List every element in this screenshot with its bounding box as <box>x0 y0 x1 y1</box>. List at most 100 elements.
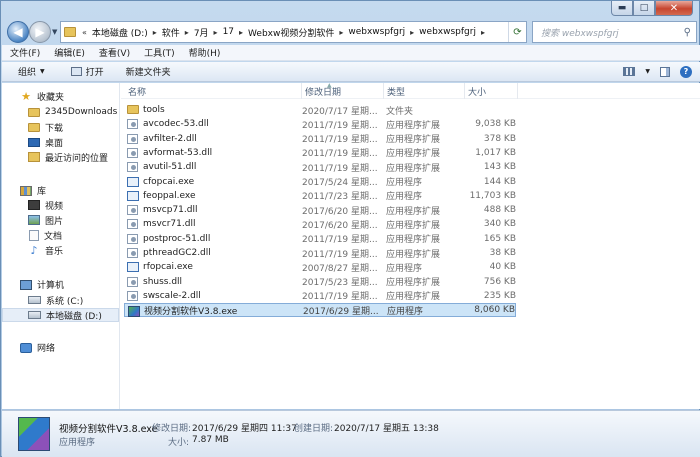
organize-button[interactable]: 组织 ▼ <box>18 65 45 78</box>
window-icon <box>70 67 82 76</box>
file-row[interactable]: msvcp71.dll 2017/6/20 星期... 应用程序扩展 488 KB <box>124 203 516 217</box>
file-row[interactable]: tools 2020/7/17 星期... 文件夹 <box>124 103 516 117</box>
search-input[interactable]: 搜索 webxwspfgrj ⚲ <box>532 21 697 43</box>
file-date: 2017/6/20 星期... <box>302 220 378 231</box>
file-name: postproc-51.dll <box>143 233 211 244</box>
column-header-size[interactable]: 大小 <box>468 85 486 98</box>
file-name: swscale-2.dll <box>143 290 201 301</box>
breadcrumb-separator[interactable]: ▸ <box>183 28 191 37</box>
dll-file-icon <box>127 205 138 216</box>
file-date: 2017/6/20 星期... <box>302 206 378 217</box>
file-date: 2011/7/19 星期... <box>302 120 378 131</box>
file-row[interactable]: 视频分割软件V3.8.exe 2017/6/29 星期... 应用程序 8,060 K… <box>124 303 516 318</box>
file-row[interactable]: postproc-51.dll 2011/7/19 星期... 应用程序扩展 165 … <box>124 232 516 246</box>
minimize-button[interactable]: ▬ <box>611 1 633 16</box>
recent-places-icon <box>28 152 40 162</box>
nav-item-label: 视频 <box>45 201 64 212</box>
forward-button[interactable]: ▶ <box>29 21 51 43</box>
file-size: 235 KB <box>483 290 516 301</box>
nav-item-music[interactable]: ♪ 音乐 <box>2 243 119 257</box>
preview-pane-icon[interactable] <box>660 66 670 77</box>
back-button[interactable]: ◀ <box>7 21 29 43</box>
new-folder-button[interactable]: 新建文件夹 <box>126 65 171 78</box>
maximize-button[interactable]: □ <box>633 1 655 16</box>
file-size: 38 KB <box>489 248 516 258</box>
document-icon <box>29 229 39 241</box>
menu-tools[interactable]: 工具(T) <box>144 46 175 59</box>
file-name: pthreadGC2.dll <box>143 248 211 258</box>
file-name: avfilter-2.dll <box>143 133 197 144</box>
breadcrumb-separator[interactable]: ▸ <box>151 28 159 37</box>
file-row[interactable]: msvcr71.dll 2017/6/20 星期... 应用程序扩展 340 KB <box>124 217 516 231</box>
breadcrumb-item[interactable]: 7月 <box>191 26 212 39</box>
column-header-date[interactable]: 修改日期 <box>305 85 341 98</box>
nav-item-downloads[interactable]: 下载 <box>2 120 119 134</box>
nav-libraries[interactable]: 库 <box>20 184 46 197</box>
nav-item-pictures[interactable]: 图片 <box>2 213 119 227</box>
breadcrumb-separator[interactable]: ▸ <box>337 28 345 37</box>
search-icon: ⚲ <box>683 26 691 38</box>
nav-item-documents[interactable]: 文档 <box>2 228 119 242</box>
breadcrumb-separator[interactable]: ▸ <box>237 28 245 37</box>
file-row[interactable]: rfopcai.exe 2007/8/27 星期... 应用程序 40 KB <box>124 260 516 274</box>
nav-item-drive-c[interactable]: 系统 (C:) <box>2 293 119 307</box>
folder-icon <box>64 27 76 37</box>
recent-pages-dropdown[interactable]: ▼ <box>52 28 57 36</box>
menu-bar: 文件(F) 编辑(E) 查看(V) 工具(T) 帮助(H) <box>2 45 700 61</box>
chevron-down-icon: ▼ <box>40 68 45 75</box>
file-row[interactable]: swscale-2.dll 2011/7/19 星期... 应用程序扩展 235 KB <box>124 289 516 303</box>
file-row[interactable]: shuss.dll 2017/5/23 星期... 应用程序扩展 756 KB <box>124 275 516 289</box>
breadcrumb-separator[interactable]: ▸ <box>408 28 416 37</box>
close-button[interactable]: ✕ <box>655 1 693 16</box>
menu-view[interactable]: 查看(V) <box>99 46 130 59</box>
nav-item-drive-d[interactable]: 本地磁盘 (D:) <box>2 308 119 322</box>
menu-file[interactable]: 文件(F) <box>10 46 40 59</box>
file-row[interactable]: avfilter-2.dll 2011/7/19 星期... 应用程序扩展 378 K… <box>124 132 516 146</box>
file-row[interactable]: cfopcai.exe 2017/5/24 星期... 应用程序 144 KB <box>124 175 516 189</box>
breadcrumb-overflow[interactable]: « <box>80 28 89 37</box>
help-icon[interactable]: ? <box>680 65 692 78</box>
column-divider[interactable] <box>517 83 518 99</box>
column-divider[interactable] <box>383 83 384 99</box>
file-row[interactable]: avutil-51.dll 2011/7/19 星期... 应用程序扩展 143 KB <box>124 160 516 174</box>
file-date: 2011/7/19 星期... <box>302 235 378 246</box>
nav-computer[interactable]: 计算机 <box>20 278 64 291</box>
column-divider[interactable] <box>301 83 302 99</box>
file-row[interactable]: feoppal.exe 2011/7/23 星期... 应用程序 11,703 KB <box>124 189 516 203</box>
star-icon: ★ <box>21 90 31 103</box>
breadcrumb-item[interactable]: 17 <box>220 27 237 37</box>
breadcrumb-separator[interactable]: ▸ <box>479 28 487 37</box>
breadcrumb-item[interactable]: webxwspfgrj <box>345 27 408 37</box>
file-type: 应用程序扩展 <box>386 235 441 246</box>
column-header-type[interactable]: 类型 <box>387 85 405 98</box>
menu-help[interactable]: 帮助(H) <box>189 46 221 59</box>
breadcrumb-item[interactable]: 本地磁盘 (D:) <box>89 26 151 39</box>
nav-item-recent-places[interactable]: 最近访问的位置 <box>2 150 119 164</box>
file-row[interactable]: pthreadGC2.dll 2011/7/19 星期... 应用程序扩展 38 KB <box>124 246 516 260</box>
details-pane: 视频分割软件V3.8.exe 应用程序 修改日期: 2017/6/29 星期四 … <box>2 410 700 457</box>
nav-item-desktop[interactable]: 桌面 <box>2 135 119 149</box>
nav-favorites[interactable]: ★ 收藏夹 <box>20 90 64 103</box>
breadcrumb-separator[interactable]: ▸ <box>212 28 220 37</box>
nav-network[interactable]: 网络 <box>20 341 55 354</box>
navigation-row: ◀ ▶ ▼ « 本地磁盘 (D:) ▸ 软件 ▸ 7月 ▸ 17 ▸ Webxw… <box>5 20 697 44</box>
exe-file-icon <box>127 176 139 187</box>
file-type: 应用程序 <box>386 178 423 188</box>
address-bar[interactable]: « 本地磁盘 (D:) ▸ 软件 ▸ 7月 ▸ 17 ▸ Webxw视频分割软件… <box>60 21 527 43</box>
nav-item-2345downloads[interactable]: 2345Downloads <box>2 105 119 119</box>
chevron-down-icon[interactable]: ▼ <box>645 68 650 75</box>
column-header-name[interactable]: 名称 <box>128 85 146 98</box>
breadcrumb-item[interactable]: webxwspfgrj <box>416 27 479 37</box>
open-button[interactable]: 打开 <box>70 65 104 78</box>
refresh-button[interactable]: ⟳ <box>508 22 526 42</box>
change-view-icon[interactable] <box>623 67 636 76</box>
file-row[interactable]: avcodec-53.dll 2011/7/19 星期... 应用程序扩展 9,038… <box>124 117 516 131</box>
breadcrumb-item[interactable]: 软件 <box>159 26 183 39</box>
breadcrumb-item[interactable]: Webxw视频分割软件 <box>245 26 337 39</box>
app-icon <box>128 306 140 318</box>
menu-edit[interactable]: 编辑(E) <box>54 46 85 59</box>
nav-item-videos[interactable]: 视频 <box>2 198 119 212</box>
column-divider[interactable] <box>464 83 465 99</box>
file-row[interactable]: avformat-53.dll 2011/7/19 星期... 应用程序扩展 1,01… <box>124 146 516 160</box>
file-type: 应用程序扩展 <box>386 135 441 146</box>
